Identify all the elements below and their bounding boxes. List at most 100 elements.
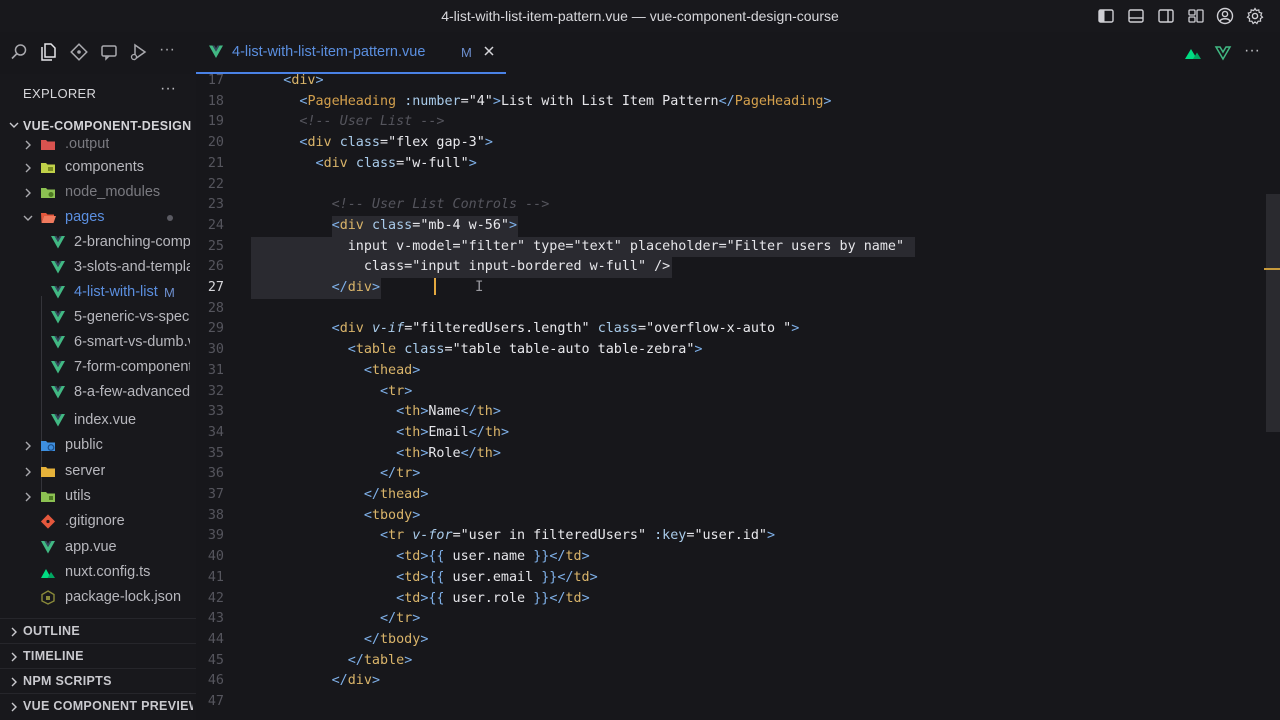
tree-item-label: .gitignore [65, 513, 125, 529]
vue-file-icon [50, 413, 66, 428]
code-text: <div> [283, 74, 324, 88]
editor-more-actions-icon[interactable]: ··· [1244, 42, 1262, 60]
source-control-icon[interactable] [69, 42, 89, 62]
line-number: 34 [207, 424, 224, 440]
code-line: 43 </tr> [196, 609, 1280, 630]
code-text: <table class="table table-auto table-zeb… [347, 342, 703, 358]
folder-components-icon [40, 160, 56, 175]
tree-item-node-modules-folder[interactable]: node_modules [0, 180, 196, 205]
line-number: 47 [207, 694, 224, 709]
explorer-more-actions[interactable]: ··· [160, 80, 176, 98]
chevron-right-icon [11, 652, 17, 662]
customize-layout-icon[interactable] [1187, 7, 1205, 25]
tree-item-file[interactable]: 7-form-components.vue [0, 355, 196, 380]
tree-item-utils-folder[interactable]: utils [0, 484, 196, 509]
tree-item-components-folder[interactable]: components [0, 155, 196, 180]
line-number: 22 [207, 176, 224, 192]
window-title: 4-list-with-list-item-pattern.vue — vue-… [441, 8, 839, 24]
tree-item-file[interactable]: app.vue [0, 535, 196, 560]
git-file-icon [40, 514, 56, 529]
tree-item-file[interactable]: 2-branching-components.vue [0, 230, 196, 255]
account-icon[interactable] [1216, 7, 1234, 25]
editor-scrollbar[interactable] [1266, 194, 1280, 432]
tree-item-pages-folder[interactable]: pages [0, 205, 196, 230]
modified-badge: M [164, 285, 175, 300]
toggle-secondary-sidebar-icon[interactable] [1157, 7, 1175, 25]
code-editor[interactable]: 17 <div> 18 <PageHeading :number="4">List… [196, 74, 1280, 720]
tree-item-file[interactable]: 3-slots-and-templates.vue [0, 255, 196, 280]
code-text: <th>Role</th> [396, 445, 501, 461]
chevron-right-icon [11, 702, 17, 712]
npm-lock-file-icon [40, 590, 56, 605]
code-line: 24 <div class="mb-4 w-56"> [196, 215, 1280, 237]
tree-item-file[interactable]: 6-smart-vs-dumb.vue [0, 330, 196, 355]
folder-open-pages-icon [40, 210, 56, 225]
code-text: <!-- User List Controls --> [331, 197, 550, 213]
line-number: 23 [207, 197, 224, 213]
toggle-primary-sidebar-icon[interactable] [1097, 7, 1115, 25]
tree-item-output-folder[interactable]: .output [0, 132, 196, 157]
line-number: 43 [207, 611, 224, 627]
tree-item-file[interactable]: .gitignore [0, 509, 196, 534]
more-views-icon[interactable]: ··· [159, 41, 179, 61]
close-icon[interactable] [482, 44, 496, 58]
outline-section[interactable]: OUTLINE [0, 618, 196, 643]
toggle-panel-icon[interactable] [1127, 7, 1145, 25]
chevron-right-icon [11, 627, 17, 637]
tree-item-label: components [65, 159, 144, 175]
code-line: 31 <thead> [196, 361, 1280, 382]
line-number: 38 [207, 507, 224, 523]
code-text: </div> [331, 280, 380, 295]
section-label: VUE COMPONENT PREVIEW [23, 699, 193, 713]
npm-scripts-section[interactable]: NPM SCRIPTS [0, 668, 196, 693]
tree-item-label: pages [65, 209, 105, 225]
code-line: 38 <tbody> [196, 506, 1280, 527]
tree-item-label: 7-form-components.vue [74, 359, 190, 375]
code-line: 25 input v-model="filter" type="text" pl… [196, 236, 1280, 258]
run-and-debug-icon[interactable] [129, 42, 149, 62]
scrollbar-cursor-marker [1264, 268, 1280, 270]
code-text: <thead> [363, 362, 421, 378]
tree-item-label: app.vue [65, 539, 117, 555]
nuxt-devtools-icon[interactable] [1184, 44, 1202, 62]
code-line: 20 <div class="flex gap-3"> [196, 133, 1280, 154]
code-text: <th>Name</th> [396, 404, 501, 420]
tree-item-file[interactable]: 5-generic-vs-specific.vue [0, 305, 196, 330]
tree-item-label: node_modules [65, 184, 161, 200]
line-number: 36 [207, 466, 224, 482]
line-number: 32 [207, 383, 224, 399]
line-number: 30 [207, 342, 224, 358]
line-number: 39 [207, 528, 224, 544]
vue-component-preview-section[interactable]: VUE COMPONENT PREVIEW [0, 693, 196, 718]
tree-item-label: 6-smart-vs-dumb.vue [74, 334, 190, 350]
code-text: </table> [347, 652, 413, 668]
code-line: 34 <th>Email</th> [196, 423, 1280, 444]
explorer-files-icon[interactable] [39, 42, 59, 62]
timeline-section[interactable]: TIMELINE [0, 643, 196, 668]
search-icon[interactable] [9, 42, 29, 62]
tree-item-file-active[interactable]: 4-list-with-list-item-pattern.vue M [0, 280, 196, 305]
remote-explorer-icon[interactable] [99, 42, 119, 62]
chevron-right-icon [25, 467, 31, 477]
code-line: 39 <tr v-for="user in filteredUsers" :ke… [196, 526, 1280, 547]
line-number: 19 [207, 114, 224, 130]
editor-tab-active[interactable]: 4-list-with-list-item-pattern.vue M [196, 32, 506, 74]
tree-item-server-folder[interactable]: server [0, 459, 196, 484]
settings-gear-icon[interactable] [1246, 7, 1264, 25]
code-line: 23 <!-- User List Controls --> [196, 195, 1280, 216]
code-line: 47 [196, 692, 1280, 713]
code-line: 29 <div v-if="filteredUsers.length" clas… [196, 319, 1280, 340]
code-text: </tbody> [363, 631, 429, 647]
tree-item-file[interactable]: nuxt.config.ts [0, 560, 196, 585]
tree-item-label: 4-list-with-list-item-pattern.vue [74, 284, 158, 300]
chevron-down-icon [9, 122, 19, 128]
tree-item-public-folder[interactable]: public [0, 433, 196, 458]
section-label: NPM SCRIPTS [23, 674, 112, 688]
tree-item-file[interactable]: index.vue [0, 408, 196, 433]
line-number: 33 [207, 404, 224, 420]
tree-item-file[interactable]: package-lock.json [0, 585, 196, 610]
vue-preview-icon[interactable] [1214, 44, 1232, 62]
vue-file-icon [209, 45, 223, 58]
line-number: 28 [207, 300, 224, 316]
tree-item-file[interactable]: 8-a-few-advanced.vue [0, 380, 196, 405]
